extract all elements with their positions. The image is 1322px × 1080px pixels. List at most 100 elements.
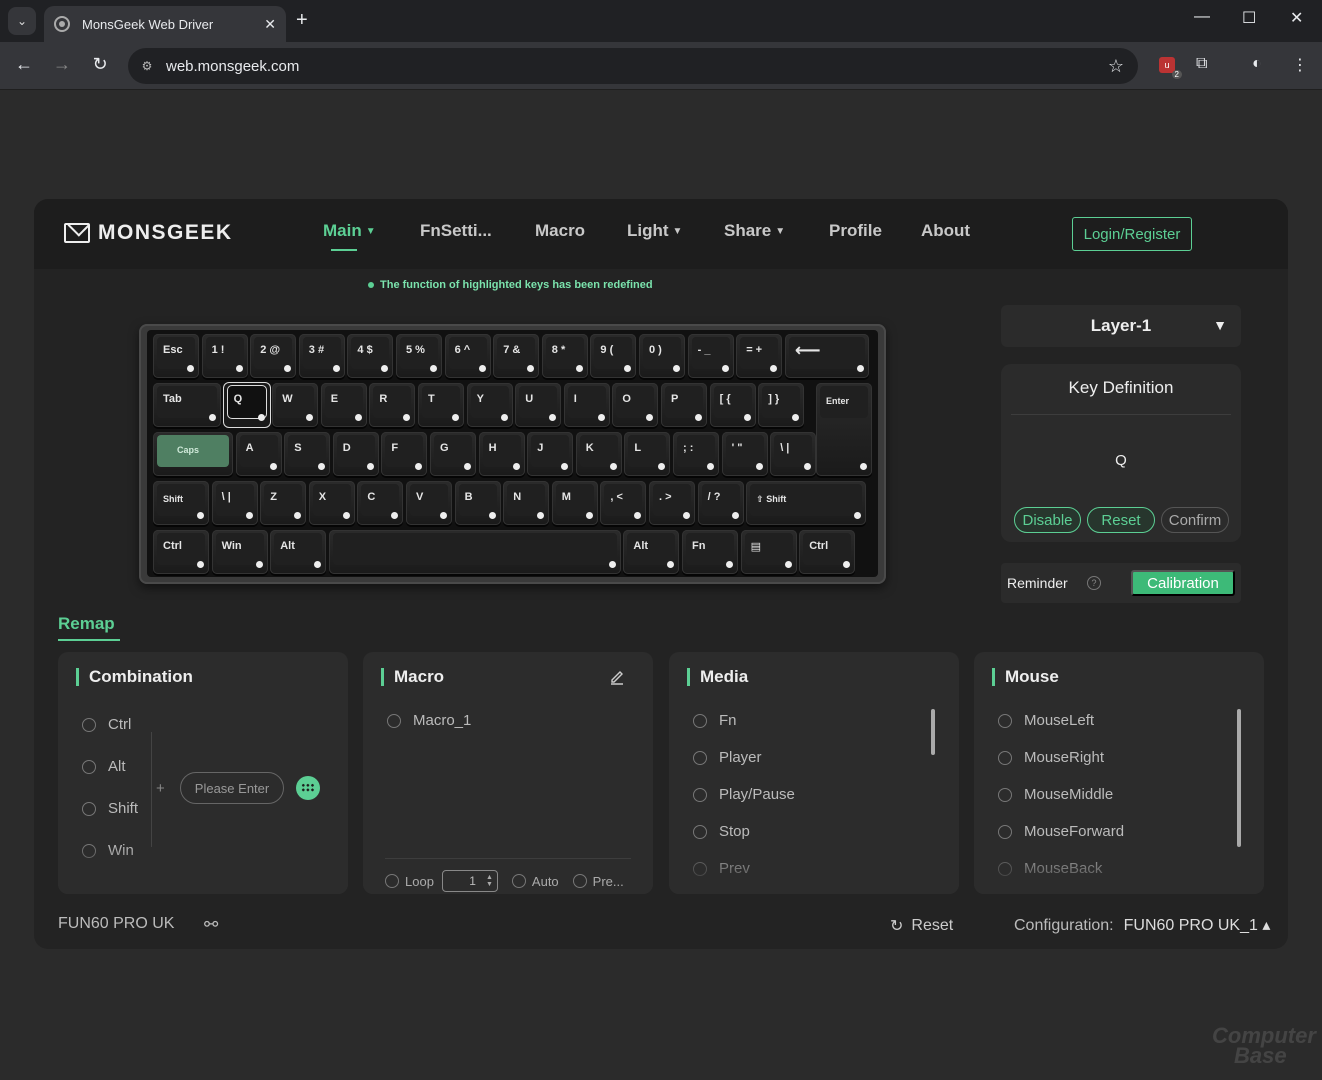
media-item-prev[interactable]: Prev (693, 860, 750, 877)
reset-key-button[interactable]: Reset (1087, 507, 1155, 533)
mouse-item-left[interactable]: MouseLeft (998, 712, 1094, 729)
mouse-item-forward[interactable]: MouseForward (998, 823, 1124, 840)
key-symbol[interactable]: \ | (770, 432, 817, 476)
radio-icon[interactable] (693, 750, 707, 765)
radio-icon[interactable] (693, 861, 707, 876)
key-l[interactable]: L (624, 432, 671, 476)
mouse-item-right[interactable]: MouseRight (998, 749, 1104, 766)
radio-icon[interactable] (998, 750, 1012, 765)
key-symbol[interactable]: \ | (211, 481, 258, 525)
key-u[interactable]: U (515, 383, 562, 427)
key-caps[interactable]: Caps (153, 432, 233, 476)
key-x[interactable]: X (308, 481, 355, 525)
extensions-puzzle-icon[interactable]: ⧉ (1196, 55, 1207, 73)
url-text[interactable]: web.monsgeek.com (166, 58, 1108, 75)
media-item-stop[interactable]: Stop (693, 823, 750, 840)
key-shift[interactable]: Shift (153, 481, 209, 525)
maximize-icon[interactable]: ☐ (1242, 8, 1256, 28)
key-symbol[interactable]: ] } (758, 383, 805, 427)
radio-icon[interactable] (998, 787, 1012, 802)
key-symbol[interactable]: = + (736, 334, 783, 378)
macro-item[interactable]: Macro_1 (387, 712, 471, 729)
key-enter[interactable]: Enter (816, 383, 872, 476)
media-item-play-pause[interactable]: Play/Pause (693, 786, 795, 803)
radio-icon[interactable] (693, 713, 707, 728)
key-k[interactable]: K (575, 432, 622, 476)
site-info-icon[interactable]: ⚙ (138, 57, 156, 75)
layer-select[interactable]: Layer-1 ▼ (1001, 305, 1241, 347)
key-space[interactable] (328, 530, 621, 574)
window-close-icon[interactable]: ✕ (1290, 8, 1303, 28)
auto-radio-icon[interactable] (511, 874, 526, 888)
key-symbol[interactable]: ; : (673, 432, 719, 476)
key-t[interactable]: T (418, 383, 464, 427)
key-h[interactable]: H (478, 432, 525, 476)
mouse-item-back[interactable]: MouseBack (998, 860, 1102, 877)
tab-close-icon[interactable]: ✕ (264, 16, 276, 33)
login-register-button[interactable]: Login/Register (1072, 217, 1192, 251)
key-a[interactable]: A (235, 432, 282, 476)
edit-pencil-icon[interactable] (609, 669, 625, 685)
key-symbol[interactable]: . > (649, 481, 695, 525)
key-n[interactable]: N (503, 481, 550, 525)
radio-icon[interactable] (82, 759, 96, 774)
key-alt[interactable]: Alt (270, 530, 327, 574)
mouse-scrollbar[interactable] (1237, 709, 1241, 847)
key-esc[interactable]: Esc (153, 334, 199, 378)
nav-main[interactable]: Main ▼ (323, 221, 376, 241)
key-shift[interactable]: ⇧ Shift (746, 481, 867, 525)
key-9[interactable]: 9 ( (590, 334, 637, 378)
key-symbol[interactable]: / ? (697, 481, 744, 525)
profile-avatar-icon[interactable]: ◐ (1252, 55, 1262, 73)
key-g[interactable]: G (430, 432, 476, 476)
key-alt[interactable]: Alt (623, 530, 680, 574)
key-e[interactable]: E (320, 383, 367, 427)
key-1[interactable]: 1 ! (201, 334, 248, 378)
key-o[interactable]: O (612, 383, 659, 427)
key-m[interactable]: M (551, 481, 598, 525)
key-2[interactable]: 2 @ (250, 334, 297, 378)
nav-fnsettings[interactable]: FnSetti... (420, 221, 492, 241)
radio-icon[interactable] (82, 717, 96, 732)
radio-icon[interactable] (998, 824, 1012, 839)
nav-about[interactable]: About (921, 221, 970, 241)
key-symbol[interactable]: [ { (709, 383, 756, 427)
key-w[interactable]: W (272, 383, 319, 427)
combination-option-win[interactable]: Win (82, 842, 134, 859)
footer-reset-button[interactable]: ↻ Reset (890, 916, 953, 936)
nav-macro[interactable]: Macro (535, 221, 585, 241)
loop-radio-icon[interactable] (385, 874, 399, 888)
key-z[interactable]: Z (260, 481, 307, 525)
radio-icon[interactable] (998, 713, 1012, 728)
configuration-selector[interactable]: Configuration: FUN60 PRO UK_1 ▴ (1014, 915, 1270, 935)
combination-option-shift[interactable]: Shift (82, 800, 138, 817)
remap-title[interactable]: Remap (58, 614, 115, 634)
connection-cable-icon[interactable]: ⚯ (204, 915, 218, 935)
radio-icon[interactable] (998, 861, 1012, 876)
nav-share[interactable]: Share ▼ (724, 221, 785, 241)
key-y[interactable]: Y (466, 383, 513, 427)
combination-key-input[interactable]: Please Enter (180, 772, 284, 804)
key-symbol[interactable]: , < (600, 481, 647, 525)
key-8[interactable]: 8 * (541, 334, 588, 378)
key-5[interactable]: 5 % (396, 334, 442, 378)
menu-kebab-icon[interactable]: ⋮ (1292, 55, 1308, 75)
forward-icon[interactable]: → (50, 54, 74, 75)
key-tab[interactable]: Tab (153, 383, 221, 427)
nav-light[interactable]: Light ▼ (627, 221, 682, 241)
key-ctrl[interactable]: Ctrl (799, 530, 856, 574)
key-4[interactable]: 4 $ (347, 334, 394, 378)
tab-search-icon[interactable]: ⌄ (8, 7, 36, 35)
combination-option-alt[interactable]: Alt (82, 758, 126, 775)
key-fn[interactable]: Fn (682, 530, 738, 574)
reload-icon[interactable]: ↻ (88, 54, 112, 75)
key-v[interactable]: V (406, 481, 452, 525)
key-symbol[interactable]: - _ (687, 334, 734, 378)
key-r[interactable]: R (369, 383, 416, 427)
press-radio-icon[interactable] (572, 874, 587, 888)
key-j[interactable]: J (527, 432, 574, 476)
loop-count-input[interactable]: 1 ▲ ▼ (441, 870, 498, 892)
radio-icon[interactable] (82, 843, 96, 858)
key-win[interactable]: Win (211, 530, 268, 574)
radio-icon[interactable] (82, 801, 96, 816)
